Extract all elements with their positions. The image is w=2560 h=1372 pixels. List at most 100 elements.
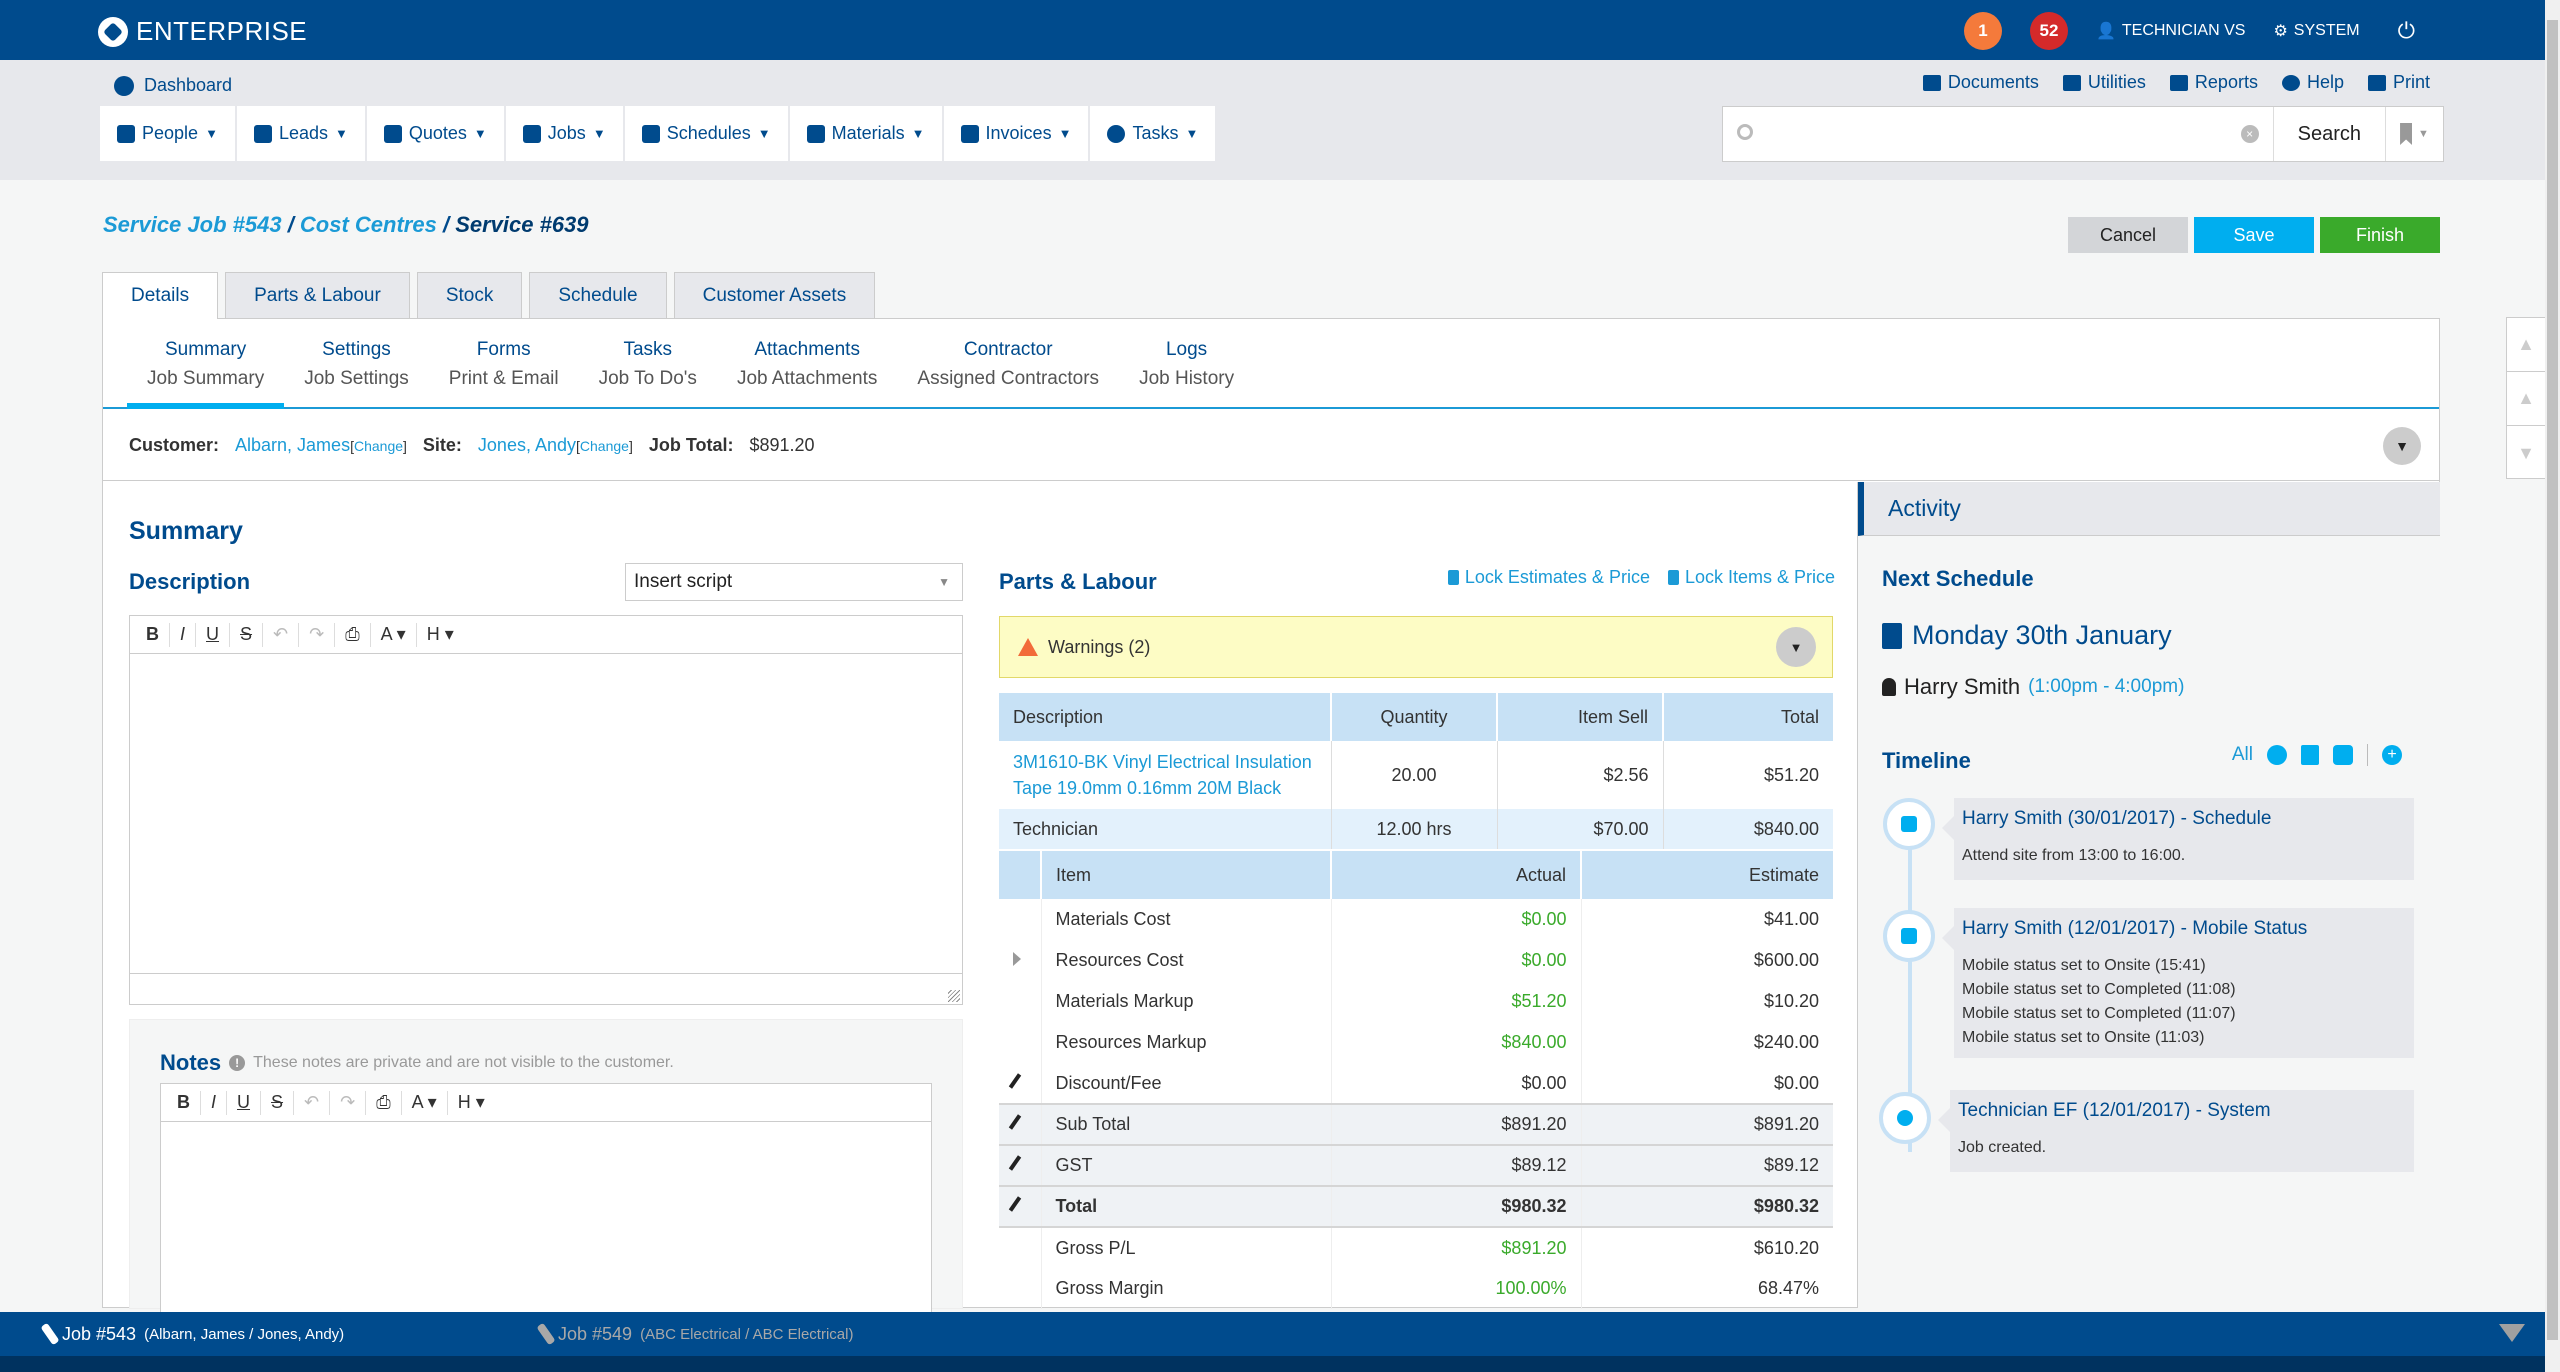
subnav-contractor[interactable]: Contractor Assigned Contractors [897,319,1119,409]
notification-badge-red[interactable]: 52 [2029,12,2068,50]
filter-mobile-status-icon[interactable] [2333,745,2353,765]
subnav-forms[interactable]: Forms Print & Email [429,319,579,409]
help-link[interactable]: Help [2281,72,2344,93]
strike-button[interactable]: S [230,622,264,647]
warnings-panel[interactable]: Warnings (2) ▼ [999,616,1833,678]
utilities-link[interactable]: Utilities [2062,72,2146,93]
table-row[interactable]: Technician 12.00 hrs $70.00 $840.00 [999,809,1833,849]
lock-items-link[interactable]: Lock Items & Price [1667,567,1835,588]
table-row[interactable]: Resources Cost $0.00 $600.00 [999,940,1833,981]
print-button[interactable]: ⎙ [335,622,371,647]
page-scrollbar[interactable] [2545,0,2560,1372]
nav-quotes[interactable]: Quotes ▼ [367,106,506,161]
highlight-button[interactable]: H ▾ [448,1091,495,1115]
text-color-button[interactable]: A ▾ [402,1090,448,1115]
subnav-settings[interactable]: Settings Job Settings [284,319,429,409]
pencil-icon[interactable] [1008,1114,1022,1130]
nav-jobs[interactable]: Jobs ▼ [506,106,625,161]
scroll-up-button[interactable]: ▲ [2507,372,2545,426]
search-button[interactable]: Search [2272,107,2385,161]
undo-button[interactable]: ↶ [263,622,300,647]
nav-tasks[interactable]: Tasks ▼ [1090,106,1218,161]
col-item-sell[interactable]: Item Sell [1497,693,1664,741]
change-customer-link[interactable]: Change [354,438,403,454]
breadcrumb-cost-centres[interactable]: Cost Centres [300,212,437,237]
expand-row-icon[interactable] [1013,952,1021,966]
filter-schedule-icon[interactable] [2301,745,2319,765]
tab-stock[interactable]: Stock [416,272,523,318]
power-icon[interactable]: ⏻ [2398,18,2415,44]
pencil-icon[interactable] [1008,1155,1022,1171]
user-menu[interactable]: 👤 TECHNICIAN VS [2096,21,2246,41]
underline-button[interactable]: U [227,1090,262,1115]
open-job-543[interactable]: Job #543 (Albarn, James / Jones, Andy) [40,1322,344,1346]
resize-handle[interactable] [948,990,960,1002]
collapse-bar-icon[interactable] [2499,1324,2525,1342]
lock-estimates-link[interactable]: Lock Estimates & Price [1447,567,1650,588]
save-button[interactable]: Save [2194,217,2314,253]
nav-leads[interactable]: Leads ▼ [237,106,367,161]
open-job-549[interactable]: Job #549 (ABC Electrical / ABC Electrica… [536,1322,853,1346]
customer-link[interactable]: Albarn, James [235,435,350,455]
subnav-summary[interactable]: Summary Job Summary [127,319,285,409]
table-row[interactable]: 3M1610-BK Vinyl Electrical Insulation Ta… [999,741,1833,809]
nav-invoices[interactable]: Invoices ▼ [944,106,1091,161]
cancel-button[interactable]: Cancel [2068,217,2188,253]
tab-parts-labour[interactable]: Parts & Labour [225,272,410,318]
system-icon [1897,1110,1913,1126]
add-event-icon[interactable]: + [2382,745,2402,765]
tab-details[interactable]: Details [102,272,219,319]
tab-customer-assets[interactable]: Customer Assets [673,272,876,318]
subnav-attachments[interactable]: Attachments Job Attachments [717,319,897,409]
insert-script-select[interactable]: Insert script ▼ [625,563,963,601]
scroll-down-button[interactable]: ▼ [2507,426,2545,480]
pencil-icon[interactable] [1008,1196,1022,1212]
app-logo[interactable]: ENTERPRISE [98,16,307,47]
nav-people[interactable]: People ▼ [100,106,237,161]
pencil-icon[interactable] [1008,1072,1022,1089]
bold-button[interactable]: B [167,1090,201,1115]
documents-link[interactable]: Documents [1922,72,2039,93]
redo-button[interactable]: ↷ [330,1090,367,1115]
site-link[interactable]: Jones, Andy [478,435,576,455]
strike-button[interactable]: S [261,1090,295,1115]
print-button[interactable]: ⎙ [366,1090,402,1115]
scroll-top-button[interactable]: ▲ [2507,318,2545,372]
nav-schedules[interactable]: Schedules ▼ [625,106,790,161]
undo-button[interactable]: ↶ [294,1090,331,1115]
subnav-tasks[interactable]: Tasks Job To Do's [579,319,717,409]
col-total[interactable]: Total [1663,693,1833,741]
description-textarea[interactable] [130,654,962,974]
search-input[interactable]: × [1723,107,2273,161]
bold-button[interactable]: B [136,622,170,647]
col-quantity[interactable]: Quantity [1331,693,1498,741]
box-icon [806,124,825,143]
italic-button[interactable]: I [201,1090,228,1115]
scrollbar-thumb[interactable] [2547,20,2558,1340]
notification-badge-orange[interactable]: 1 [1963,12,2002,50]
filter-system-icon[interactable] [2267,745,2287,765]
notes-textarea[interactable] [161,1122,931,1302]
italic-button[interactable]: I [170,622,197,647]
dashboard-link[interactable]: Dashboard [114,75,232,96]
clear-icon[interactable]: × [2240,125,2259,143]
redo-button[interactable]: ↷ [299,622,336,647]
system-menu[interactable]: ⚙ SYSTEM [2273,21,2359,41]
underline-button[interactable]: U [196,622,231,647]
change-site-link[interactable]: Change [580,438,629,454]
reports-link[interactable]: Reports [2169,72,2258,93]
expand-warnings-button[interactable]: ▼ [1776,627,1816,667]
finish-button[interactable]: Finish [2320,217,2440,253]
bookmark-button[interactable]: ▼ [2385,107,2443,161]
text-color-button[interactable]: A ▾ [371,622,417,647]
subnav-logs[interactable]: Logs Job History [1119,319,1254,409]
col-description[interactable]: Description [999,693,1332,741]
print-link[interactable]: Print [2367,72,2430,93]
tab-schedule[interactable]: Schedule [529,272,667,318]
nav-materials[interactable]: Materials ▼ [790,106,944,161]
collapse-info-button[interactable]: ▼ [2383,427,2421,465]
highlight-button[interactable]: H ▾ [417,623,464,647]
filter-all[interactable]: All [2232,744,2253,766]
breadcrumb-job[interactable]: Service Job #543 [103,212,282,237]
item-description-link[interactable]: 3M1610-BK Vinyl Electrical Insulation Ta… [999,741,1332,809]
